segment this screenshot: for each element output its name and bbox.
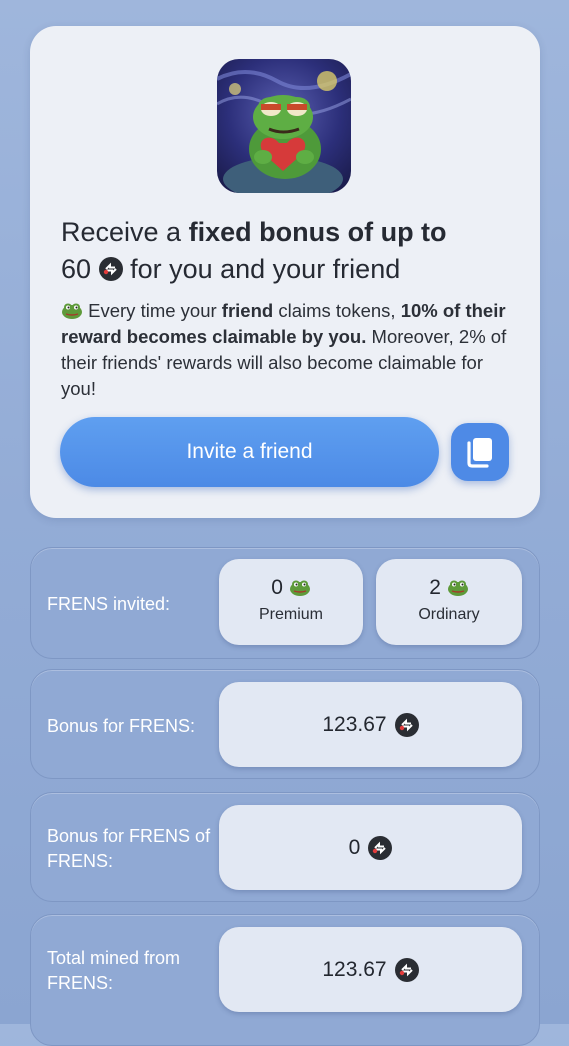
bonus-frens-label: Bonus for FRENS: [47, 716, 196, 736]
promo-headline: Receive a fixed bonus of up to 60 for you… [61, 217, 447, 284]
total-mined-panel: Total mined from FRENS: 123.67 [30, 914, 540, 1046]
ordinary-count: 2 [429, 576, 441, 599]
token-coin-icon [368, 835, 393, 860]
frens-invited-panel: FRENS invited: 0 Premium 2 Ordinary [30, 547, 540, 659]
bonus-frens-value: 123.67 [322, 712, 387, 736]
promo-description: Every time your friend claims tokens, 10… [61, 300, 507, 399]
total-mined-label: Total mined from FRENS: [47, 948, 181, 993]
bonus-frens-of-frens-value: 0 [348, 835, 361, 859]
bonus-frens-of-frens-label: Bonus for FRENS of FRENS: [47, 826, 211, 871]
premium-count: 0 [271, 576, 283, 599]
bonus-frens-of-frens-value-chip: 0 [219, 805, 522, 890]
invite-card: Receive a fixed bonus of up to 60 for you… [30, 26, 540, 518]
premium-count-chip: 0 Premium [219, 559, 363, 645]
total-mined-value-chip: 123.67 [219, 927, 522, 1012]
ordinary-count-chip: 2 Ordinary [376, 559, 522, 645]
token-coin-icon [394, 957, 419, 982]
frens-invited-label: FRENS invited: [47, 594, 171, 614]
bonus-frens-panel: Bonus for FRENS: 123.67 [30, 669, 540, 779]
copy-icon [467, 438, 492, 468]
frog-emoji-icon [447, 578, 469, 596]
frog-avatar-image [217, 59, 351, 193]
frog-emoji-icon [289, 578, 311, 596]
ordinary-label: Ordinary [418, 606, 480, 623]
frog-emoji-icon [61, 300, 83, 319]
bonus-frens-of-frens-panel: Bonus for FRENS of FRENS: 0 [30, 792, 540, 902]
copy-link-button[interactable] [451, 423, 509, 481]
invite-friend-button[interactable]: Invite a friend [60, 417, 439, 487]
token-coin-icon [98, 257, 123, 281]
bonus-frens-value-chip: 123.67 [219, 682, 522, 767]
total-mined-value: 123.67 [322, 957, 387, 981]
token-coin-icon [394, 712, 419, 737]
premium-label: Premium [258, 606, 323, 623]
